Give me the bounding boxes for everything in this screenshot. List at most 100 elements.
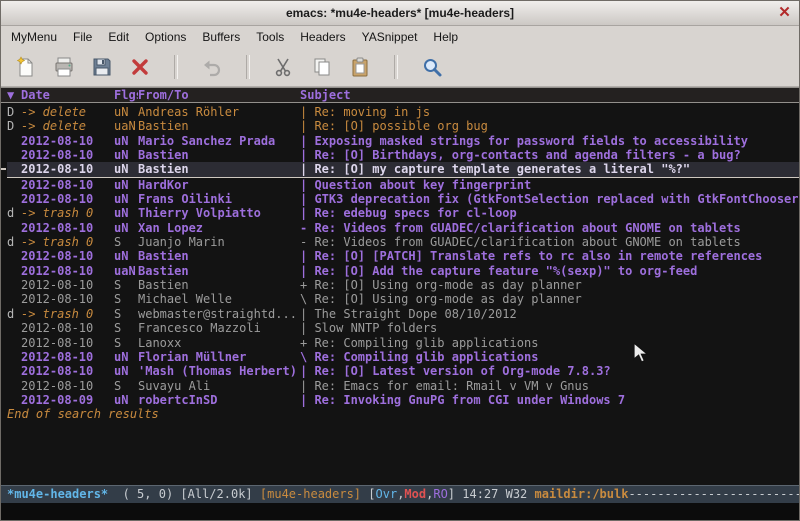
message-row[interactable]: 2012-08-10uNHardKor| Question about key …: [7, 178, 799, 192]
message-row[interactable]: D-> deleteuaNBastien| Re: [O] possible o…: [7, 119, 799, 133]
message-row[interactable]: 2012-08-10SLanoxx+ Re: Compiling glib ap…: [7, 336, 799, 350]
menu-headers[interactable]: Headers: [292, 27, 353, 47]
message-flags: uN: [114, 249, 138, 263]
message-from: Bastien: [138, 249, 300, 263]
copy-icon: [311, 56, 333, 78]
message-row[interactable]: 2012-08-10SBastien+ Re: [O] Using org-mo…: [7, 278, 799, 292]
toolbar-separator: [246, 55, 250, 79]
emacs-window: emacs: *mu4e-headers* [mu4e-headers] ✕ M…: [0, 0, 800, 521]
column-header-from[interactable]: From/To: [138, 89, 300, 102]
message-row[interactable]: 2012-08-10uaNBastien| Re: [O] Add the ca…: [7, 264, 799, 278]
message-row[interactable]: 2012-08-10SSuvayu Ali| Re: Emacs for ema…: [7, 379, 799, 393]
message-subject: - Re: Videos from GUADEC/clarification a…: [300, 235, 799, 249]
message-date: 2012-08-10: [21, 278, 114, 292]
close-buffer-button[interactable]: [124, 51, 156, 83]
message-date: 2012-08-10: [21, 379, 114, 393]
message-from: Andreas Röhler: [138, 105, 300, 119]
save-button[interactable]: [86, 51, 118, 83]
message-mark: [7, 134, 21, 148]
message-mark: [7, 221, 21, 235]
message-mark: [7, 321, 21, 335]
message-row[interactable]: 2012-08-10uNFrans Oilinki| GTK3 deprecat…: [7, 192, 799, 206]
cut-icon: [273, 56, 295, 78]
message-mark: [7, 264, 21, 278]
message-row[interactable]: 2012-08-10uN'Mash (Thomas Herbert)| Re: …: [7, 364, 799, 378]
modeline-position: ( 5, 0): [108, 487, 180, 501]
message-row[interactable]: 2012-08-10uNFlorian Müllner\ Re: Compili…: [7, 350, 799, 364]
message-date: 2012-08-10: [21, 134, 114, 148]
message-subject: \ Re: Compiling glib applications: [300, 350, 799, 364]
message-row[interactable]: 2012-08-10uNBastien| Re: [O] [PATCH] Tra…: [7, 249, 799, 263]
message-row[interactable]: 2012-08-10uNMario Sanchez Prada| Exposin…: [7, 134, 799, 148]
copy-button[interactable]: [306, 51, 338, 83]
message-row[interactable]: 2012-08-10uNXan Lopez- Re: Videos from G…: [7, 221, 799, 235]
column-header-date[interactable]: Date: [21, 89, 114, 102]
window-title: emacs: *mu4e-headers* [mu4e-headers]: [1, 6, 799, 20]
menu-help[interactable]: Help: [425, 27, 466, 47]
message-row[interactable]: 2012-08-10SMichael Welle\ Re: [O] Using …: [7, 292, 799, 306]
message-row[interactable]: d-> trash 0SJuanjo Marin- Re: Videos fro…: [7, 235, 799, 249]
message-date: -> delete: [21, 119, 114, 133]
message-row[interactable]: 2012-08-10uNBastien| Re: [O] Birthdays, …: [7, 148, 799, 162]
message-subject: | Re: Emacs for email: Rmail v VM v Gnus: [300, 379, 799, 393]
message-mark: D: [7, 119, 21, 133]
modeline-maildir: maildir:/bulk: [535, 487, 629, 501]
menu-mymenu[interactable]: MyMenu: [3, 27, 65, 47]
message-mark: [7, 364, 21, 378]
message-date: -> trash 0: [21, 235, 114, 249]
message-flags: uN: [114, 364, 138, 378]
menu-yasnippet[interactable]: YASnippet: [354, 27, 426, 47]
menu-edit[interactable]: Edit: [100, 27, 137, 47]
column-header-subject[interactable]: Subject: [300, 89, 799, 102]
message-from: Thierry Volpiatto: [138, 206, 300, 220]
message-mark: d: [7, 307, 21, 321]
message-from: HardKor: [138, 178, 300, 192]
message-flags: uN: [114, 105, 138, 119]
message-row[interactable]: 2012-08-09uNrobertcInSD| Re: Invoking Gn…: [7, 393, 799, 407]
message-row[interactable]: d-> trash 0uNThierry Volpiatto| Re: edeb…: [7, 206, 799, 220]
paste-button[interactable]: [344, 51, 376, 83]
menu-file[interactable]: File: [65, 27, 100, 47]
message-date: 2012-08-10: [21, 321, 114, 335]
modeline-major-mode: [mu4e-headers]: [260, 487, 368, 501]
close-button[interactable]: ✕: [775, 3, 794, 22]
column-header-flags[interactable]: Flgs: [114, 89, 138, 102]
message-row[interactable]: 2012-08-10uNBastien| Re: [O] my capture …: [7, 162, 799, 177]
message-mark: [7, 336, 21, 350]
message-flags: S: [114, 278, 138, 292]
message-row[interactable]: d-> trash 0Swebmaster@straightd...| The …: [7, 307, 799, 321]
menu-buffers[interactable]: Buffers: [194, 27, 248, 47]
new-file-button[interactable]: [10, 51, 42, 83]
cut-button[interactable]: [268, 51, 300, 83]
print-button[interactable]: [48, 51, 80, 83]
titlebar[interactable]: emacs: *mu4e-headers* [mu4e-headers] ✕: [1, 1, 799, 26]
echo-area[interactable]: [1, 503, 799, 520]
message-subject: | Re: moving in js: [300, 105, 799, 119]
message-flags: S: [114, 235, 138, 249]
message-date: 2012-08-10: [21, 162, 114, 176]
message-from: Bastien: [138, 119, 300, 133]
message-mark: d: [7, 206, 21, 220]
message-row[interactable]: D-> deleteuNAndreas Röhler| Re: moving i…: [7, 105, 799, 119]
message-flags: uN: [114, 393, 138, 407]
message-row[interactable]: 2012-08-10SFrancesco Mazzoli| Slow NNTP …: [7, 321, 799, 335]
search-button[interactable]: [416, 51, 448, 83]
message-flags: S: [114, 336, 138, 350]
undo-icon: [201, 56, 223, 78]
message-from: Juanjo Marin: [138, 235, 300, 249]
message-subject: | Slow NNTP folders: [300, 321, 799, 335]
message-from: Florian Müllner: [138, 350, 300, 364]
message-flags: uN: [114, 134, 138, 148]
menu-options[interactable]: Options: [137, 27, 194, 47]
message-subject: | Re: [O] Latest version of Org-mode 7.8…: [300, 364, 799, 378]
paste-icon: [349, 56, 371, 78]
mode-line: *mu4e-headers* ( 5, 0) [All/2.0k] [mu4e-…: [1, 485, 799, 503]
undo-button[interactable]: [196, 51, 228, 83]
message-mark: [7, 278, 21, 292]
message-from: 'Mash (Thomas Herbert): [138, 364, 300, 378]
menu-tools[interactable]: Tools: [248, 27, 292, 47]
message-from: Bastien: [138, 264, 300, 278]
message-date: 2012-08-10: [21, 192, 114, 206]
header-line: ▼ Date Flgs From/To Subject: [1, 87, 799, 103]
message-subject: | Re: [O] my capture template generates …: [300, 162, 799, 176]
